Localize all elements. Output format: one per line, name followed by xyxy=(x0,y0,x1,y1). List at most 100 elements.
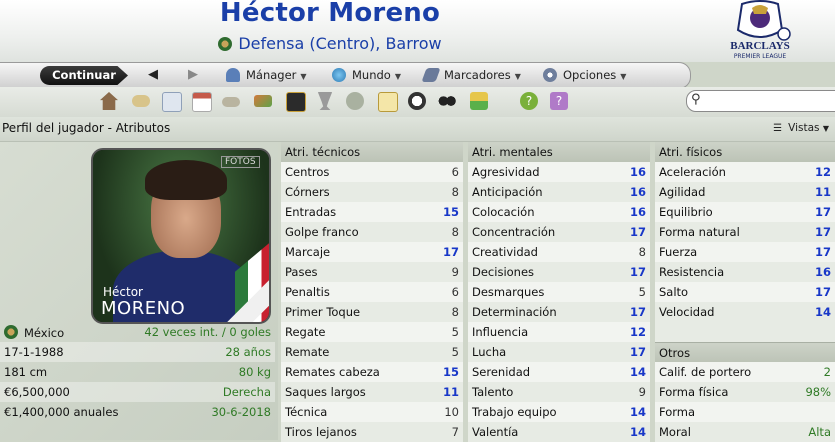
attribute-value: 10 xyxy=(444,405,459,419)
search-input[interactable]: ⚲ xyxy=(686,90,835,112)
attribute-value: 8 xyxy=(451,305,459,319)
attribute-row: Trabajo equipo 14 xyxy=(468,402,650,422)
attribute-name: Remates cabeza xyxy=(285,365,380,379)
player-photo: FOTOS Héctor MORENO xyxy=(91,148,271,324)
inbox-icon[interactable] xyxy=(132,95,150,107)
page-titlebar: Perfil del jugador - Atributos ☰ Vistas ▼ xyxy=(0,117,835,142)
attribute-name: Saques largos xyxy=(285,385,366,399)
menu-options[interactable]: Opciones ▼ xyxy=(543,68,626,82)
attribute-value: 6 xyxy=(451,165,459,179)
attribute-name: Agilidad xyxy=(659,185,706,199)
attribute-row: Centros 6 xyxy=(281,162,463,182)
search-icon: ⚲ xyxy=(691,92,701,107)
info-row-physique: 181 cm 80 kg xyxy=(4,365,271,379)
menu-bookmarks[interactable]: Marcadores ▼ xyxy=(421,68,521,82)
attribute-row: Marcaje 17 xyxy=(281,242,463,262)
attribute-value: 17 xyxy=(629,265,646,279)
attribute-value: 17 xyxy=(629,345,646,359)
attribute-row: Influencia 12 xyxy=(468,322,650,342)
attribute-row: Agilidad 11 xyxy=(655,182,835,202)
attribute-name: Lucha xyxy=(472,345,507,359)
attribute-row: Golpe franco 8 xyxy=(281,222,463,242)
attribute-value: 17 xyxy=(814,205,831,219)
trophy-icon[interactable] xyxy=(317,92,333,110)
transfers-icon[interactable] xyxy=(254,95,272,107)
attribute-name: Forma física xyxy=(659,385,729,399)
attribute-value: Alta xyxy=(808,425,831,439)
news-icon[interactable] xyxy=(162,92,182,112)
info-row-nation: México 42 veces int. / 0 goles xyxy=(0,322,275,342)
attribute-row: Decisiones 17 xyxy=(468,262,650,282)
bookmark-icon xyxy=(421,68,441,82)
continue-button[interactable]: Continuar xyxy=(40,66,128,85)
lion-crest-icon xyxy=(736,0,791,41)
attribute-value: 16 xyxy=(629,185,646,199)
clipboard-icon[interactable] xyxy=(378,92,398,112)
attribute-name: Entradas xyxy=(285,205,337,219)
attribute-value: 14 xyxy=(629,405,646,419)
attribute-row: Anticipación 16 xyxy=(468,182,650,202)
help-icon[interactable]: ? xyxy=(520,92,538,110)
attribute-value: 17 xyxy=(814,225,831,239)
attribute-row: Moral Alta xyxy=(655,422,835,442)
attribute-name: Córners xyxy=(285,185,330,199)
menu-manager[interactable]: Mánager ▼ xyxy=(226,68,307,82)
attribute-name: Tiros lejanos xyxy=(285,425,357,439)
attribute-row: Forma física 98% xyxy=(655,382,835,402)
attribute-value: 6 xyxy=(451,285,459,299)
attribute-name: Aceleración xyxy=(659,165,726,179)
attribute-value: 9 xyxy=(638,385,646,399)
binoculars-icon[interactable] xyxy=(438,92,456,110)
attribute-row: Forma xyxy=(655,402,835,422)
attribute-value: 14 xyxy=(814,305,831,319)
attribute-value: 16 xyxy=(814,265,831,279)
attribute-value: 16 xyxy=(629,205,646,219)
back-arrow-icon[interactable]: ◀ xyxy=(148,67,158,82)
attribute-row: Penaltis 6 xyxy=(281,282,463,302)
training-icon[interactable] xyxy=(346,92,364,110)
player-position-club[interactable]: Defensa (Centro), Barrow xyxy=(238,34,441,53)
attribute-name: Talento xyxy=(472,385,514,399)
attribute-value: 5 xyxy=(638,285,646,299)
attribute-value: 17 xyxy=(629,305,646,319)
attribute-value: 16 xyxy=(629,165,646,179)
attribute-row: Lucha 17 xyxy=(468,342,650,362)
menubar: Continuar ◀ ▶ Mánager ▼ Mundo ▼ Marcadores… xyxy=(0,62,691,89)
attribute-name: Velocidad xyxy=(659,305,715,319)
attribute-name: Desmarques xyxy=(472,285,545,299)
home-icon[interactable] xyxy=(100,92,118,110)
attribute-name: Calif. de portero xyxy=(659,365,752,379)
tactics-icon[interactable] xyxy=(286,92,306,112)
calendar-icon[interactable] xyxy=(192,92,212,112)
finances-icon[interactable] xyxy=(470,92,488,110)
physical-attributes: Atri. físicos Aceleración 12 Agilidad 11 Equ… xyxy=(655,142,835,442)
match-icon[interactable] xyxy=(408,92,426,110)
header: Héctor Moreno Defensa (Centro), Barrow B… xyxy=(0,0,835,62)
forward-arrow-icon[interactable]: ▶ xyxy=(188,67,198,82)
views-dropdown[interactable]: ☰ Vistas ▼ xyxy=(773,122,829,134)
attribute-row: Resistencia 16 xyxy=(655,262,835,282)
attribute-value: 15 xyxy=(442,205,459,219)
attribute-row: Forma natural 17 xyxy=(655,222,835,242)
photo-tag: FOTOS xyxy=(221,156,260,168)
attribute-name: Golpe franco xyxy=(285,225,359,239)
menu-world[interactable]: Mundo ▼ xyxy=(332,68,401,82)
attribute-name: Decisiones xyxy=(472,265,535,279)
player-subtitle[interactable]: Defensa (Centro), Barrow xyxy=(0,34,660,53)
squad-icon[interactable] xyxy=(222,97,240,107)
attribute-row: Agresividad 16 xyxy=(468,162,650,182)
attribute-row: Velocidad 14 xyxy=(655,302,835,322)
attribute-value: 17 xyxy=(442,245,459,259)
manager-icon xyxy=(226,68,240,82)
globe-icon xyxy=(332,68,346,82)
info-row-birth: 17-1-1988 28 años xyxy=(0,342,275,362)
help-alt-icon[interactable]: ? xyxy=(550,92,568,110)
photo-last-name: MORENO xyxy=(101,298,186,319)
mental-header: Atri. mentales xyxy=(468,142,650,163)
attribute-row: Córners 8 xyxy=(281,182,463,202)
attribute-row: Salto 17 xyxy=(655,282,835,302)
attribute-row: Saques largos 11 xyxy=(281,382,463,402)
attribute-value: 5 xyxy=(451,325,459,339)
attribute-value: 5 xyxy=(451,345,459,359)
attribute-name: Serenidad xyxy=(472,365,531,379)
